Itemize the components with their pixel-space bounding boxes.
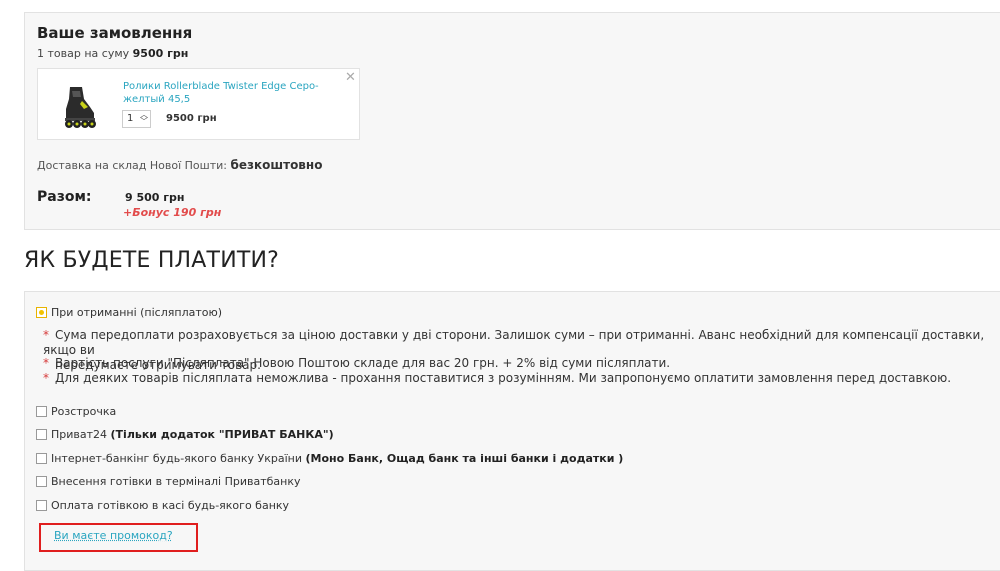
total-value: 9 500 грн	[125, 191, 185, 204]
checkbox-icon[interactable]	[36, 453, 47, 464]
payment-note-text: Для деяких товарів післяплата неможлива …	[55, 371, 952, 385]
checkbox-icon[interactable]	[36, 476, 47, 487]
quantity-stepper[interactable]: 1 ︿ ﹀	[122, 110, 151, 128]
payment-note-text: Вартість послуги "Післяплата" Новою Пошт…	[55, 356, 671, 370]
checkbox-icon[interactable]	[36, 500, 47, 511]
quantity-value[interactable]: 1	[127, 113, 133, 124]
order-summary-amount: 9500 грн	[132, 47, 189, 60]
payment-note: * Вартість послуги "Післяплата" Новою Пош…	[43, 356, 993, 371]
asterisk-icon: *	[43, 328, 49, 342]
cart-item: Ролики Rollerblade Twister Edge Серо-жел…	[37, 68, 360, 140]
payment-option-label: Внесення готівки в терміналі Приватбанку	[51, 475, 301, 488]
payment-option-note: (Моно Банк, Ощад банк та інші банки і до…	[305, 452, 624, 465]
payment-note-text: Сума передоплати розраховується за ціною…	[43, 328, 985, 357]
payment-option-privat24[interactable]: Приват24 (Тільки додаток "ПРИВАТ БАНКА")	[36, 428, 334, 441]
asterisk-icon: *	[43, 356, 49, 370]
payment-option-label: Інтернет-банкінг будь-якого банку Україн…	[51, 452, 302, 465]
inline-skate-icon	[65, 87, 96, 128]
payment-option-label: Розстрочка	[51, 405, 117, 418]
quantity-arrows-icon[interactable]: ︿ ﹀	[140, 111, 148, 126]
order-title: Ваше замовлення	[37, 24, 193, 42]
payment-option-cod[interactable]: При отриманні (післяплатою)	[36, 306, 222, 319]
remove-item-close-icon[interactable]: ✕	[345, 70, 356, 85]
payment-options-panel: При отриманні (післяплатою) * Сума передо…	[24, 291, 1000, 571]
payment-option-installment[interactable]: Розстрочка	[36, 405, 116, 418]
bonus-amount: +Бонус 190 грн	[123, 206, 222, 219]
delivery-value: безкоштовно	[230, 158, 323, 172]
asterisk-icon: *	[43, 371, 49, 385]
delivery-label: Доставка на склад Нової Пошти:	[37, 159, 227, 172]
payment-option-label: Оплата готівкою в касі будь-якого банку	[51, 499, 290, 512]
order-summary-prefix: 1 товар на суму	[37, 47, 130, 60]
radio-selected-icon[interactable]	[36, 307, 47, 318]
payment-note: * Для деяких товарів післяплата неможлива…	[43, 371, 993, 386]
total-label: Разом:	[37, 189, 92, 205]
checkbox-icon[interactable]	[36, 406, 47, 417]
order-summary-line: 1 товар на суму 9500 грн	[37, 47, 188, 60]
order-summary-panel: Ваше замовлення 1 товар на суму 9500 грн…	[24, 12, 1000, 230]
payment-option-note: (Тільки додаток "ПРИВАТ БАНКА")	[110, 428, 334, 441]
payment-option-label: Приват24	[51, 428, 108, 441]
payment-option-label: При отриманні (післяплатою)	[51, 306, 223, 319]
promo-code-link[interactable]: Ви маєте промокод?	[54, 529, 173, 542]
checkbox-icon[interactable]	[36, 429, 47, 440]
payment-option-terminal[interactable]: Внесення готівки в терміналі Приватбанку	[36, 475, 300, 488]
product-name-link[interactable]: Ролики Rollerblade Twister Edge Серо-жел…	[123, 80, 323, 106]
payment-option-internet-banking[interactable]: Інтернет-банкінг будь-якого банку Україн…	[36, 452, 623, 465]
payment-heading: ЯК БУДЕТЕ ПЛАТИТИ?	[24, 248, 280, 273]
delivery-line: Доставка на склад Нової Пошти: безкоштов…	[37, 158, 322, 172]
payment-option-bank-cashier[interactable]: Оплата готівкою в касі будь-якого банку	[36, 499, 289, 512]
product-price: 9500 грн	[166, 113, 217, 124]
